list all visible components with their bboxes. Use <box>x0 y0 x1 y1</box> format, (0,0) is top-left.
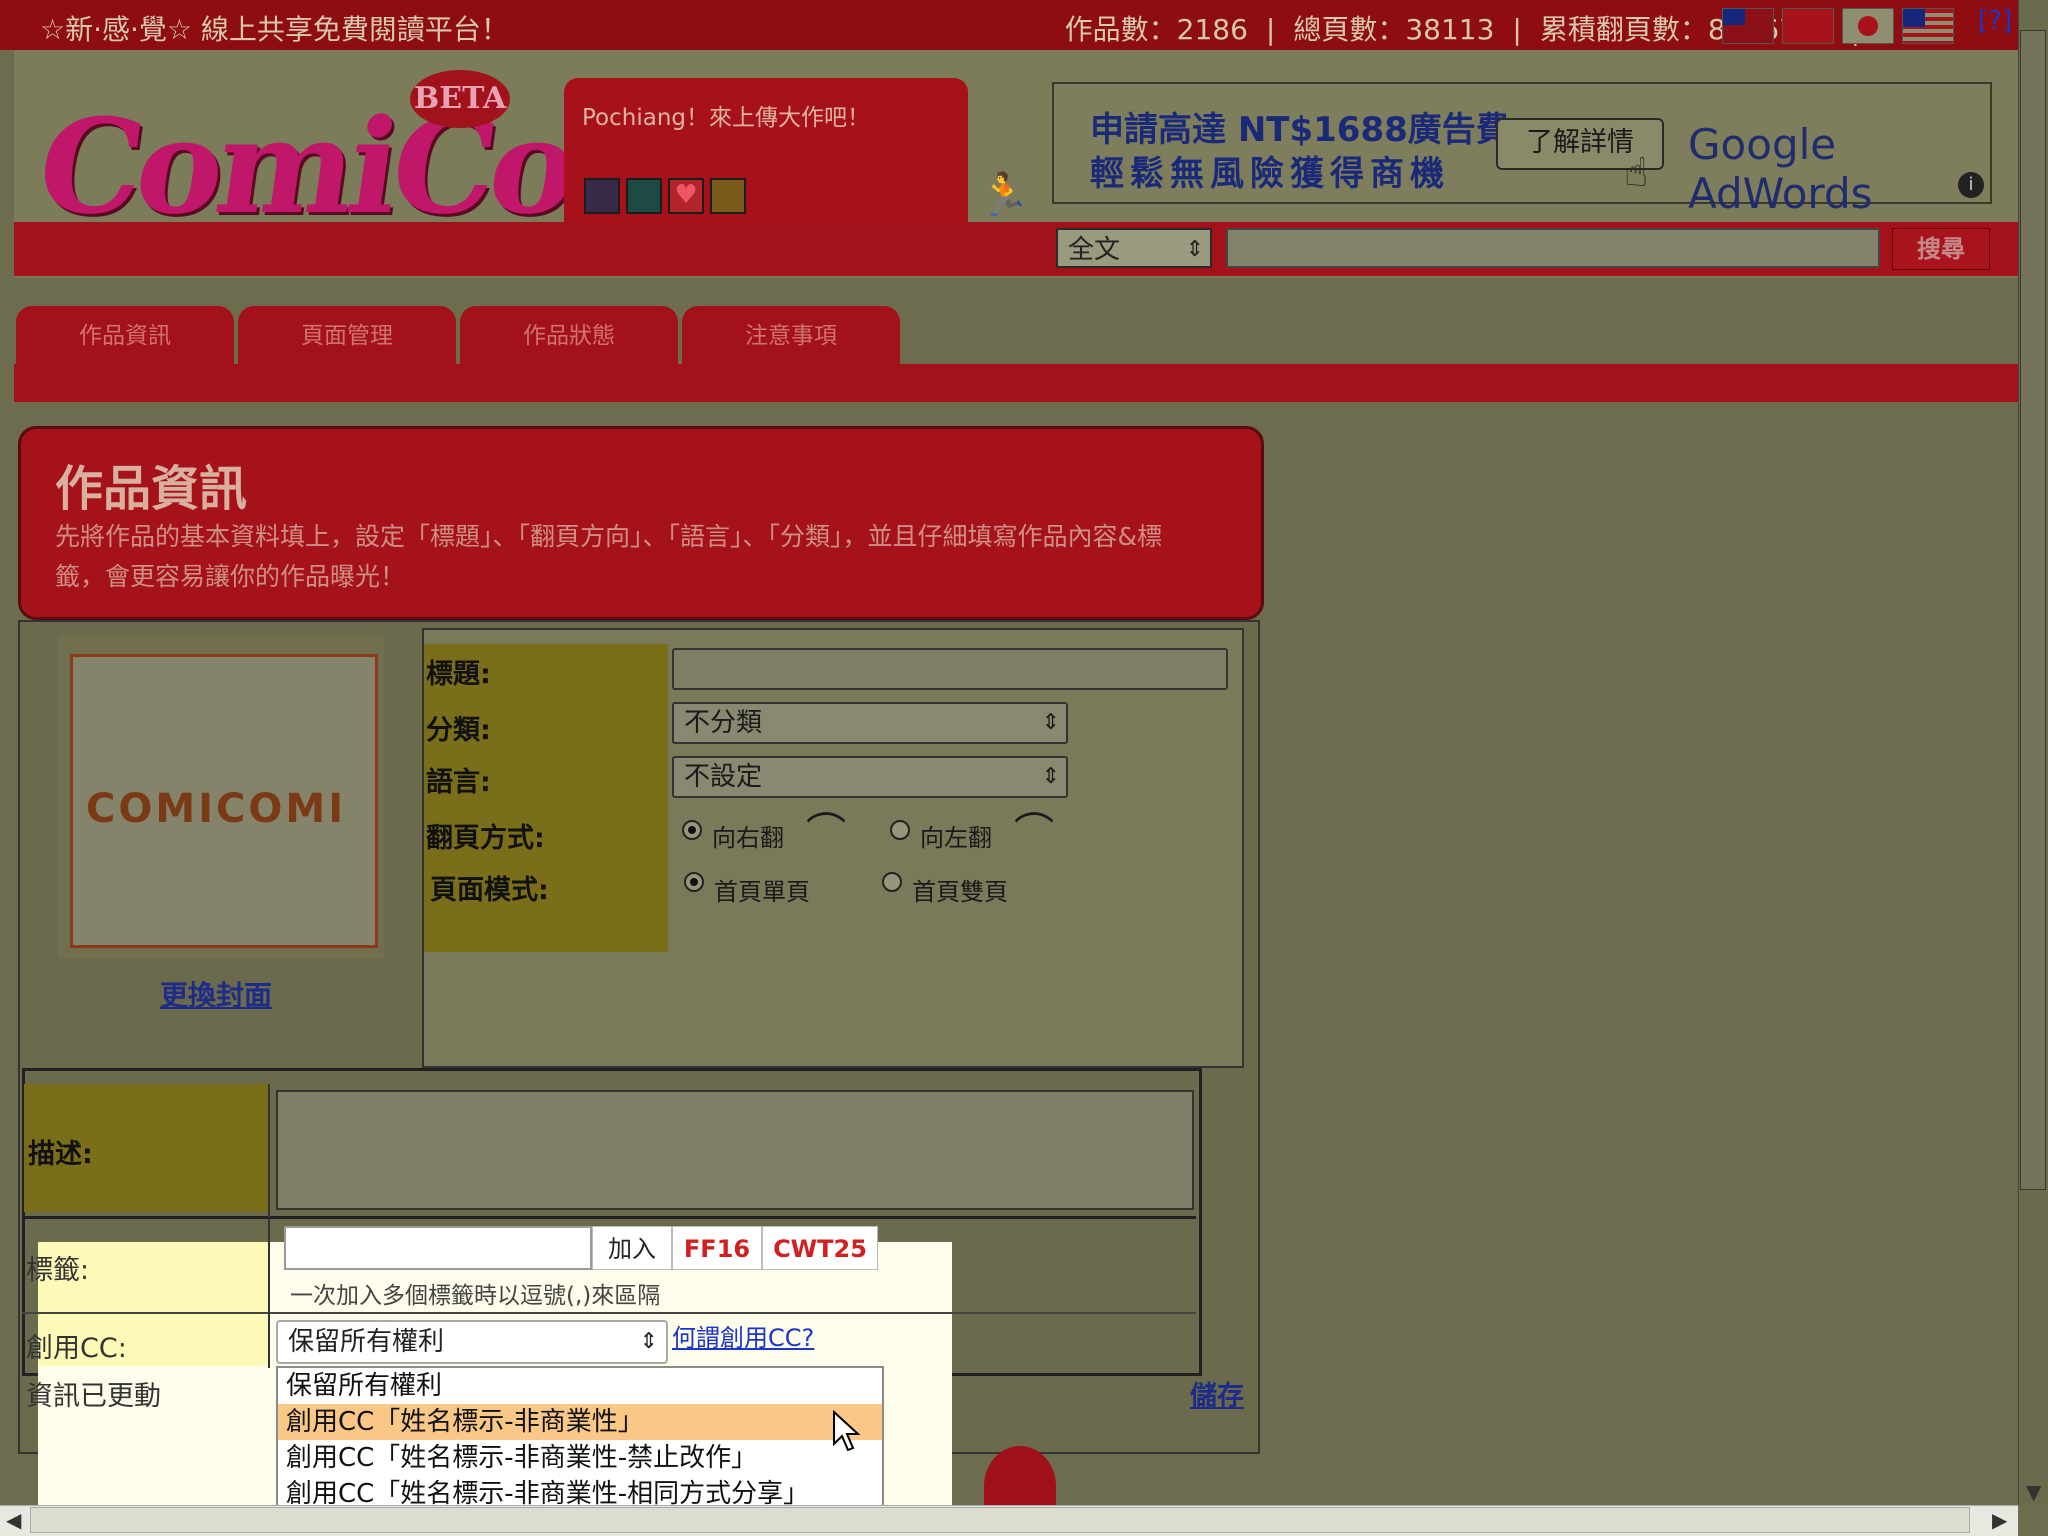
pages-count: 總頁數：38113 <box>1293 13 1495 46</box>
ad-brand: Google AdWords <box>1688 120 1873 218</box>
tag-input[interactable] <box>284 1226 592 1270</box>
logout-runner-icon[interactable]: 🏃 <box>978 170 1030 220</box>
category-label: 分類: <box>426 715 491 746</box>
horizontal-scroll-thumb[interactable] <box>30 1507 1970 1533</box>
scroll-down-arrow-icon[interactable]: ▼ <box>2026 1480 2041 1504</box>
title-label: 標題: <box>426 659 491 690</box>
mouse-pointer-icon <box>833 1410 861 1452</box>
taiwan-flag-icon[interactable] <box>1722 8 1774 44</box>
info-panel: 作品資訊 先將作品的基本資料填上，設定「標題」、「翻頁方向」、「語言」、「分類」… <box>18 426 1264 620</box>
monitor-icon[interactable] <box>626 178 662 214</box>
tab-page-management[interactable]: 頁面管理 <box>238 306 456 366</box>
tag-hint: 一次加入多個標籤時以逗號(,)來區隔 <box>290 1283 661 1309</box>
description-label: 描述: <box>28 1139 93 1170</box>
status-text: 資訊已更動 <box>26 1381 161 1412</box>
ad-line-1: 申請高達 NT$1688廣告費 <box>1090 110 1510 150</box>
scroll-left-arrow-icon[interactable]: ◀ <box>6 1508 21 1532</box>
language-label: 語言: <box>426 767 491 798</box>
table-divider <box>22 1216 1196 1219</box>
flip-right-radio[interactable] <box>682 820 702 840</box>
hand-cursor-icon: ☝ <box>1624 150 1649 196</box>
search-scope-select[interactable]: 全文 ⇕ <box>1056 228 1212 268</box>
cc-option-by-nc[interactable]: 創用CC「姓名標示-非商業性」 <box>278 1404 882 1440</box>
flip-direction-label: 翻頁方式: <box>426 823 545 854</box>
manage-icon[interactable] <box>584 178 620 214</box>
ad-info-icon[interactable]: i <box>1958 172 1984 198</box>
mode-single-radio[interactable] <box>684 872 704 892</box>
category-value: 不分類 <box>684 708 763 738</box>
cc-option-by-nc-nd[interactable]: 創用CC「姓名標示-非商業性-禁止改作」 <box>278 1440 882 1476</box>
search-button[interactable]: 搜尋 <box>1892 228 1990 270</box>
mode-double-label: 首頁雙頁 <box>912 878 1008 906</box>
cc-license-select[interactable]: 保留所有權利 ⇕ <box>276 1320 668 1364</box>
help-link[interactable]: [?] <box>1978 6 2012 36</box>
japan-flag-icon[interactable] <box>1842 8 1894 44</box>
cc-option-all-rights[interactable]: 保留所有權利 <box>278 1368 882 1404</box>
beta-badge: BETA <box>410 70 510 128</box>
mode-single-label: 首頁單頁 <box>714 878 810 906</box>
select-arrows-icon: ⇕ <box>639 1329 658 1354</box>
tab-work-status[interactable]: 作品狀態 <box>460 306 678 366</box>
works-count: 作品數：2186 <box>1064 13 1248 46</box>
select-arrows-icon: ⇕ <box>1041 710 1060 735</box>
title-input[interactable] <box>672 648 1228 690</box>
flip-left-label: 向左翻 <box>920 824 992 852</box>
flip-left-curve-icon: ⌒ <box>1014 810 1054 856</box>
language-value: 不設定 <box>684 762 763 792</box>
vertical-scroll-thumb[interactable] <box>2020 30 2046 1190</box>
info-description: 先將作品的基本資料填上，設定「標題」、「翻頁方向」、「語言」、「分類」，並且仔細… <box>55 522 1162 591</box>
google-ad-banner[interactable]: 申請高達 NT$1688廣告費 輕鬆無風險獲得商機 了解詳情 ☝ Google … <box>1052 82 1992 218</box>
flip-right-label: 向右翻 <box>712 824 784 852</box>
slogan: ☆新·感·覺☆ 線上共享免費閱讀平台！ <box>40 13 509 46</box>
what-is-cc-link[interactable]: 何謂創用CC? <box>672 1318 814 1353</box>
cc-label: 創用CC: <box>26 1333 127 1364</box>
change-cover-link[interactable]: 更換封面 <box>160 974 272 1014</box>
language-select[interactable]: 不設定 ⇕ <box>672 756 1068 798</box>
table-column-divider <box>268 1084 270 1368</box>
save-link[interactable]: 儲存 <box>1190 1374 1244 1413</box>
page-mode-label: 頁面模式: <box>430 875 549 906</box>
cover-placeholder-text: COMICOMI <box>86 786 347 832</box>
china-flag-icon[interactable] <box>1782 8 1834 44</box>
user-box: Pochiang！來上傳大作吧！ ♥ <box>564 78 968 222</box>
top-bar: ☆新·感·覺☆ 線上共享免費閱讀平台！ 作品數：2186 | 總頁數：38113 | 累… <box>0 0 2018 50</box>
heart-icon[interactable]: ♥ <box>668 178 704 214</box>
description-textarea[interactable] <box>276 1090 1194 1210</box>
add-tag-button[interactable]: 加入 <box>592 1226 672 1270</box>
description-label-cell: 描述: <box>24 1084 270 1212</box>
tab-notes[interactable]: 注意事項 <box>682 306 900 366</box>
search-input[interactable] <box>1226 228 1880 268</box>
user-greeting: Pochiang！來上傳大作吧！ <box>582 105 871 131</box>
flip-right-curve-icon: ⌒ <box>806 810 846 856</box>
flip-left-radio[interactable] <box>890 820 910 840</box>
mode-double-radio[interactable] <box>882 872 902 892</box>
tab-work-info[interactable]: 作品資訊 <box>16 306 234 366</box>
select-arrows-icon: ⇕ <box>1185 237 1204 262</box>
tag-cwt25[interactable]: CWT25 <box>762 1226 878 1270</box>
tab-underline <box>14 364 2018 402</box>
info-title: 作品資訊 <box>55 461 248 517</box>
tags-label: 標籤: <box>26 1255 90 1286</box>
ad-line-2: 輕鬆無風險獲得商機 <box>1090 154 1450 194</box>
scroll-right-arrow-icon[interactable]: ▶ <box>1992 1508 2007 1532</box>
search-scope-value: 全文 <box>1068 235 1121 265</box>
select-arrows-icon: ⇕ <box>1041 764 1060 789</box>
table-divider <box>22 1312 1196 1314</box>
category-select[interactable]: 不分類 ⇕ <box>672 702 1068 744</box>
usa-flag-icon[interactable] <box>1902 8 1954 44</box>
cc-dropdown-list[interactable]: 保留所有權利 創用CC「姓名標示-非商業性」 創用CC「姓名標示-非商業性-禁止… <box>276 1366 884 1514</box>
profile-icon[interactable] <box>710 178 746 214</box>
tag-ff16[interactable]: FF16 <box>672 1226 762 1270</box>
cc-value: 保留所有權利 <box>288 1327 445 1357</box>
